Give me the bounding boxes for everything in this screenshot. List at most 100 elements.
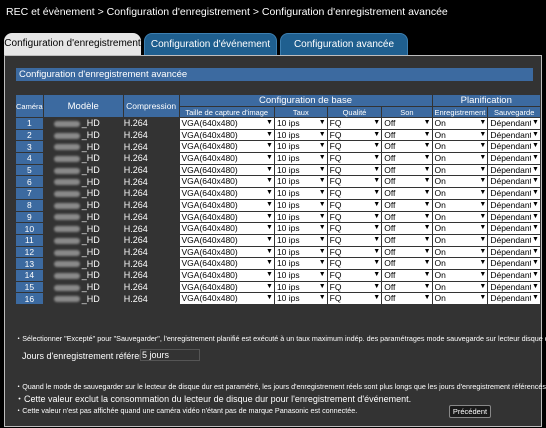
chevron-down-icon[interactable]: ▼ xyxy=(422,118,432,129)
chevron-down-icon[interactable]: ▼ xyxy=(372,269,382,281)
sound-select[interactable]: Off ▼ xyxy=(382,269,432,281)
chevron-down-icon[interactable]: ▼ xyxy=(422,281,432,293)
sound-select[interactable]: Off ▼ xyxy=(382,164,432,176)
chevron-down-icon[interactable]: ▼ xyxy=(422,234,432,246)
chevron-down-icon[interactable]: ▼ xyxy=(478,281,488,293)
chevron-down-icon[interactable]: ▼ xyxy=(372,281,382,293)
chevron-down-icon[interactable]: ▼ xyxy=(372,164,382,176)
save-select[interactable]: Dépendant ▼ xyxy=(488,246,540,258)
recording-select[interactable]: On ▼ xyxy=(432,141,488,153)
sound-select[interactable]: Off ▼ xyxy=(382,188,432,199)
quality-select[interactable]: FQ ▼ xyxy=(327,153,382,164)
sound-select[interactable]: Off ▼ xyxy=(382,246,432,258)
chevron-down-icon[interactable]: ▼ xyxy=(422,129,432,141)
recording-select[interactable]: On ▼ xyxy=(432,269,488,281)
save-select[interactable]: Dépendant ▼ xyxy=(488,164,540,176)
capture-size-select[interactable]: VGA(640x480) ▼ xyxy=(179,211,274,223)
chevron-down-icon[interactable]: ▼ xyxy=(478,188,488,199)
capture-size-select[interactable]: VGA(640x480) ▼ xyxy=(179,141,274,153)
chevron-down-icon[interactable]: ▼ xyxy=(531,129,540,141)
quality-select[interactable]: FQ ▼ xyxy=(327,176,382,188)
chevron-down-icon[interactable]: ▼ xyxy=(372,153,382,164)
capture-size-select[interactable]: VGA(640x480) ▼ xyxy=(179,258,274,269)
capture-size-select[interactable]: VGA(640x480) ▼ xyxy=(179,199,274,211)
save-select[interactable]: Dépendant ▼ xyxy=(488,176,540,188)
chevron-down-icon[interactable]: ▼ xyxy=(478,153,488,164)
sound-select[interactable]: Off ▼ xyxy=(382,118,432,129)
sound-select[interactable]: Off ▼ xyxy=(382,141,432,153)
chevron-down-icon[interactable]: ▼ xyxy=(317,176,327,188)
capture-size-select[interactable]: VGA(640x480) ▼ xyxy=(179,118,274,129)
recording-select[interactable]: On ▼ xyxy=(432,129,488,141)
chevron-down-icon[interactable]: ▼ xyxy=(317,269,327,281)
save-select[interactable]: Dépendant ▼ xyxy=(488,118,540,129)
capture-size-select[interactable]: VGA(640x480) ▼ xyxy=(179,293,274,304)
chevron-down-icon[interactable]: ▼ xyxy=(478,199,488,211)
save-select[interactable]: Dépendant ▼ xyxy=(488,293,540,304)
chevron-down-icon[interactable]: ▼ xyxy=(422,258,432,269)
chevron-down-icon[interactable]: ▼ xyxy=(531,164,540,176)
chevron-down-icon[interactable]: ▼ xyxy=(264,176,274,188)
quality-select[interactable]: FQ ▼ xyxy=(327,164,382,176)
rate-select[interactable]: 10 ips ▼ xyxy=(274,293,327,304)
save-select[interactable]: Dépendant ▼ xyxy=(488,234,540,246)
quality-select[interactable]: FQ ▼ xyxy=(327,223,382,234)
quality-select[interactable]: FQ ▼ xyxy=(327,199,382,211)
chevron-down-icon[interactable]: ▼ xyxy=(372,211,382,223)
sound-select[interactable]: Off ▼ xyxy=(382,129,432,141)
chevron-down-icon[interactable]: ▼ xyxy=(317,258,327,269)
sound-select[interactable]: Off ▼ xyxy=(382,223,432,234)
capture-size-select[interactable]: VGA(640x480) ▼ xyxy=(179,176,274,188)
chevron-down-icon[interactable]: ▼ xyxy=(264,211,274,223)
recording-select[interactable]: On ▼ xyxy=(432,188,488,199)
chevron-down-icon[interactable]: ▼ xyxy=(478,176,488,188)
rate-select[interactable]: 10 ips ▼ xyxy=(274,153,327,164)
previous-button[interactable]: Précédent xyxy=(449,405,491,418)
chevron-down-icon[interactable]: ▼ xyxy=(317,199,327,211)
chevron-down-icon[interactable]: ▼ xyxy=(478,164,488,176)
chevron-down-icon[interactable]: ▼ xyxy=(264,281,274,293)
capture-size-select[interactable]: VGA(640x480) ▼ xyxy=(179,164,274,176)
chevron-down-icon[interactable]: ▼ xyxy=(264,293,274,304)
capture-size-select[interactable]: VGA(640x480) ▼ xyxy=(179,223,274,234)
chevron-down-icon[interactable]: ▼ xyxy=(372,188,382,199)
chevron-down-icon[interactable]: ▼ xyxy=(478,258,488,269)
chevron-down-icon[interactable]: ▼ xyxy=(531,199,540,211)
chevron-down-icon[interactable]: ▼ xyxy=(264,234,274,246)
chevron-down-icon[interactable]: ▼ xyxy=(372,199,382,211)
recording-select[interactable]: On ▼ xyxy=(432,223,488,234)
chevron-down-icon[interactable]: ▼ xyxy=(264,258,274,269)
save-select[interactable]: Dépendant ▼ xyxy=(488,269,540,281)
chevron-down-icon[interactable]: ▼ xyxy=(372,141,382,153)
quality-select[interactable]: FQ ▼ xyxy=(327,234,382,246)
quality-select[interactable]: FQ ▼ xyxy=(327,293,382,304)
save-select[interactable]: Dépendant ▼ xyxy=(488,281,540,293)
recording-select[interactable]: On ▼ xyxy=(432,153,488,164)
sound-select[interactable]: Off ▼ xyxy=(382,281,432,293)
recording-select[interactable]: On ▼ xyxy=(432,199,488,211)
chevron-down-icon[interactable]: ▼ xyxy=(264,188,274,199)
rate-select[interactable]: 10 ips ▼ xyxy=(274,129,327,141)
chevron-down-icon[interactable]: ▼ xyxy=(264,129,274,141)
rate-select[interactable]: 10 ips ▼ xyxy=(274,176,327,188)
chevron-down-icon[interactable]: ▼ xyxy=(422,153,432,164)
recording-select[interactable]: On ▼ xyxy=(432,234,488,246)
chevron-down-icon[interactable]: ▼ xyxy=(531,153,540,164)
tab-configuration-enregistrement[interactable]: Configuration d'enregistrement xyxy=(4,33,141,55)
chevron-down-icon[interactable]: ▼ xyxy=(531,234,540,246)
save-select[interactable]: Dépendant ▼ xyxy=(488,223,540,234)
chevron-down-icon[interactable]: ▼ xyxy=(264,199,274,211)
chevron-down-icon[interactable]: ▼ xyxy=(264,118,274,129)
chevron-down-icon[interactable]: ▼ xyxy=(478,223,488,234)
chevron-down-icon[interactable]: ▼ xyxy=(422,164,432,176)
capture-size-select[interactable]: VGA(640x480) ▼ xyxy=(179,246,274,258)
sound-select[interactable]: Off ▼ xyxy=(382,199,432,211)
save-select[interactable]: Dépendant ▼ xyxy=(488,153,540,164)
rate-select[interactable]: 10 ips ▼ xyxy=(274,223,327,234)
chevron-down-icon[interactable]: ▼ xyxy=(317,211,327,223)
capture-size-select[interactable]: VGA(640x480) ▼ xyxy=(179,129,274,141)
recording-select[interactable]: On ▼ xyxy=(432,118,488,129)
chevron-down-icon[interactable]: ▼ xyxy=(478,129,488,141)
chevron-down-icon[interactable]: ▼ xyxy=(317,281,327,293)
rate-select[interactable]: 10 ips ▼ xyxy=(274,269,327,281)
